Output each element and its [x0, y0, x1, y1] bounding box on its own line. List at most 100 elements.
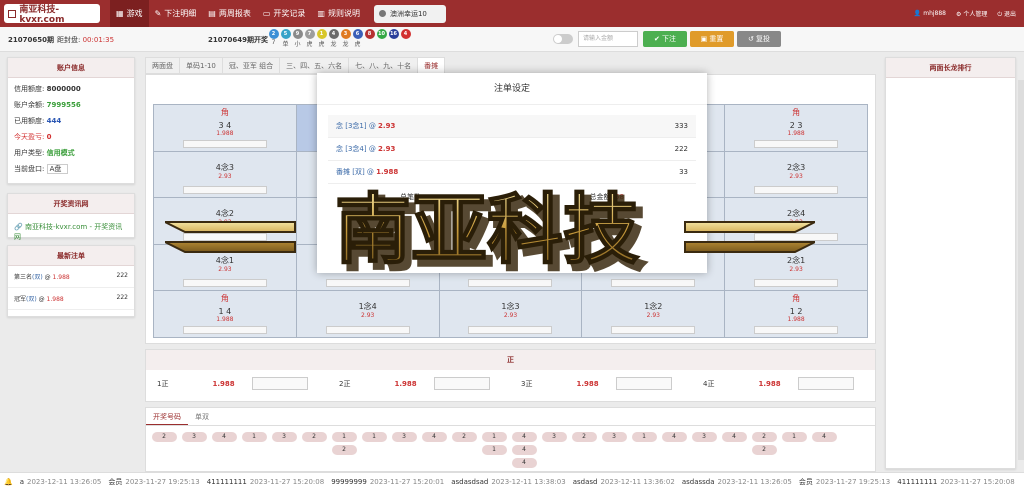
history-tab[interactable]: 开奖号码 — [146, 408, 188, 425]
page-scrollbar[interactable] — [1018, 80, 1024, 460]
result-balls: 2 7 5 单 9 小 7 虎 1 虎 4 龙 3 龙 6 虎 8 10 16 4 — [268, 29, 411, 48]
ball-attribute: 7 — [271, 39, 276, 46]
latest-bet-desc: 冠军(双) @ 1.988 — [14, 296, 64, 303]
nav-item-3[interactable]: ▭ 开奖记录 — [257, 0, 312, 27]
fantan-cell[interactable]: 4念1 2.93 — [154, 244, 296, 291]
ticker-item: 411111111 2023-11-27 15:20:08 — [207, 478, 324, 486]
member-ticker: 🔔 a 2023-12-11 13:26:05 会员 2023-11-27 19:25… — [0, 472, 1024, 490]
cell-amount-input[interactable] — [468, 325, 553, 334]
fantan-cell[interactable]: 1念4 2.93 — [296, 291, 439, 337]
bet-button[interactable]: ✔ 下注 — [643, 31, 687, 47]
cell-amount-input[interactable] — [611, 279, 696, 288]
history-pill: 4 — [511, 432, 537, 442]
game-select[interactable]: 澳洲幸运10 — [373, 4, 446, 23]
nav-item-0[interactable]: ▦ 游戏 — [110, 0, 149, 27]
cell-name: 1念2 — [644, 302, 663, 312]
ticker-item: asdasd 2023-12-11 13:36:02 — [573, 478, 675, 486]
jiao-label: 角 — [220, 294, 229, 304]
ball-number: 2 — [268, 29, 279, 39]
dialog-bet-amount: 33 — [679, 168, 688, 176]
total-amount: 总金额: 58 — [589, 192, 624, 202]
account-value: 信用模式 — [46, 149, 75, 157]
account-key: 账户余额: — [14, 101, 45, 109]
fantan-cell[interactable]: 2念1 2.93 — [725, 244, 867, 291]
history-tab[interactable]: 单双 — [188, 408, 216, 425]
nav-item-1[interactable]: ✎ 下注明细 — [149, 0, 203, 27]
zheng-amount-input[interactable] — [798, 377, 855, 390]
logout-label: 退出 — [1003, 10, 1016, 18]
cell-amount-input[interactable] — [182, 139, 267, 148]
cell-name: 1念3 — [501, 302, 520, 312]
fantan-cell[interactable]: 4念2 2.93 — [154, 198, 296, 244]
fantan-cell[interactable]: 角 1 2 1.988 — [725, 291, 867, 337]
zheng-odds: 1.988 — [394, 379, 417, 388]
cell-amount-input[interactable] — [754, 186, 839, 195]
history-pill: 4 — [421, 432, 447, 442]
tab-5[interactable]: 番摊 — [417, 57, 446, 74]
account-value: 7999556 — [46, 101, 81, 109]
fantan-cell[interactable]: 1念2 2.93 — [582, 291, 725, 337]
cell-amount-input[interactable] — [611, 325, 696, 334]
fantan-cell[interactable]: 角 2 3 1.988 — [725, 105, 867, 151]
cell-amount-input[interactable] — [182, 186, 267, 195]
tab-1[interactable]: 单码1-10 — [179, 57, 223, 74]
tab-2[interactable]: 冠、亚军 组合 — [221, 57, 281, 74]
long-dragon-title: 两面长龙排行 — [886, 58, 1015, 78]
ticker-name: a — [19, 477, 25, 486]
account-key: 用户类型: — [14, 149, 45, 157]
tab-3[interactable]: 三、四、五、六名 — [279, 57, 350, 74]
dialog-bet-amount: 333 — [674, 122, 688, 130]
tab-0[interactable]: 两面盘 — [145, 57, 180, 74]
fantan-cell[interactable]: 2念4 2.93 — [725, 198, 867, 244]
quick-bet-toggle[interactable] — [553, 34, 573, 44]
history-column: 4 — [810, 432, 838, 468]
zheng-item: 4正 1.988 — [692, 377, 874, 390]
cell-amount-input[interactable] — [182, 325, 267, 334]
zheng-odds: 1.988 — [758, 379, 781, 388]
cell-amount-input[interactable] — [325, 325, 410, 334]
cell-amount-input[interactable] — [182, 232, 267, 241]
cell-amount-input[interactable] — [754, 279, 839, 288]
ball-number: 9 — [292, 29, 303, 39]
fantan-cell[interactable]: 角 1 4 1.988 — [154, 291, 296, 337]
cell-amount-input[interactable] — [325, 279, 410, 288]
zheng-odds: 1.988 — [576, 379, 599, 388]
notice-icon: 🔔 — [4, 477, 13, 486]
zheng-amount-input[interactable] — [252, 377, 309, 390]
nav-item-4[interactable]: ▥ 规则说明 — [311, 0, 366, 27]
cell-amount-input[interactable] — [754, 139, 839, 148]
zheng-name: 2正 — [339, 379, 351, 388]
resubmit-button[interactable]: ↺ 复投 — [737, 31, 781, 47]
history-column: 1 — [360, 432, 388, 468]
tab-4[interactable]: 七、八、九、十名 — [348, 57, 419, 74]
history-pill: 1 — [481, 432, 507, 442]
nav-label: 游戏 — [126, 9, 143, 18]
brand-logo[interactable]: 南亚科技-kvxr.com — [4, 4, 100, 25]
fantan-cell[interactable]: 4念3 2.93 — [154, 151, 296, 198]
dialog-bet-amount: 222 — [674, 145, 688, 153]
profile-link[interactable]: ⚙ 个人管理 — [956, 9, 987, 18]
cell-amount-input[interactable] — [754, 325, 839, 334]
account-key: 今天盈亏: — [14, 133, 45, 141]
logout-link[interactable]: ⏻ 退出 — [997, 9, 1016, 19]
ball-number: 1 — [316, 29, 327, 39]
zheng-amount-input[interactable] — [434, 377, 491, 390]
fantan-cell[interactable]: 角 3 4 1.988 — [154, 105, 296, 151]
history-pill: 1 — [361, 432, 387, 442]
account-row: 账户余额: 7999556 — [8, 97, 134, 113]
amount-input[interactable]: 请输入金额 — [578, 31, 638, 47]
zheng-amount-input[interactable] — [616, 377, 673, 390]
nav-item-2[interactable]: ▤ 两周报表 — [202, 0, 257, 27]
cell-amount-input[interactable] — [468, 279, 553, 288]
user-name-link[interactable]: 👤 mhj888 — [914, 10, 946, 17]
fantan-cell[interactable]: 1念3 2.93 — [439, 291, 582, 337]
cell-name: 4念3 — [215, 162, 234, 172]
history-column: 1 — [240, 432, 268, 468]
history-column: 4 4 4 — [510, 432, 538, 468]
ball-number: 3 — [340, 29, 351, 39]
cell-amount-input[interactable] — [182, 279, 267, 288]
cell-amount-input[interactable] — [754, 232, 839, 241]
fantan-cell[interactable]: 2念3 2.93 — [725, 151, 867, 198]
reset-button[interactable]: ▣ 重置 — [690, 31, 734, 47]
history-column: 22 — [750, 432, 778, 468]
